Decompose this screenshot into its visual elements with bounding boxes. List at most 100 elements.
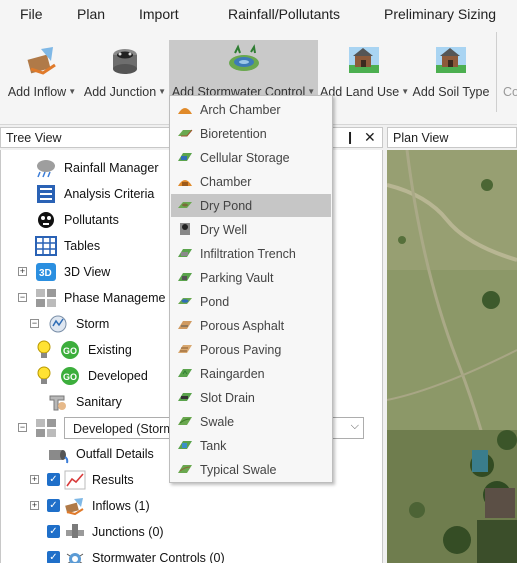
slot-drain-icon (177, 390, 193, 404)
tree-item-label: Sanitary (76, 395, 122, 409)
phase-combo-value: Developed (Storm (73, 422, 174, 436)
tree-item-label: Rainfall Manager (64, 161, 159, 175)
tree-item-stormwater-controls[interactable]: ✓ Stormwater Controls (0) (1, 546, 381, 563)
tree-item-label: Junctions (0) (92, 525, 164, 539)
inflow-icon (64, 496, 86, 516)
menu-item-raingarden[interactable]: Raingarden (171, 362, 331, 385)
raingarden-icon (177, 366, 193, 380)
menu-item-slot-drain[interactable]: Slot Drain (171, 386, 331, 409)
table-icon (35, 236, 57, 256)
ribbon-separator (496, 32, 497, 112)
stormwater-control-icon (227, 43, 261, 77)
svg-text:GO: GO (63, 346, 77, 356)
menu-item-swale[interactable]: Swale (171, 410, 331, 433)
chevron-down-icon[interactable]: ⌵ (351, 420, 359, 433)
lightbulb-icon (37, 340, 51, 360)
collapse-icon[interactable]: − (18, 293, 27, 302)
plan-view-title: Plan View (393, 131, 449, 145)
menu-rainfall-pollutants[interactable]: Rainfall/Pollutants (228, 6, 340, 22)
parking-vault-icon (177, 270, 193, 284)
tree-item-label: Existing (88, 343, 132, 357)
tree-item-label: 3D View (64, 265, 111, 279)
menu-item-bioretention[interactable]: Bioretention (171, 122, 331, 145)
pond-icon (177, 294, 193, 308)
menu-preliminary-sizing[interactable]: Preliminary Sizing (384, 6, 496, 22)
menu-plan[interactable]: Plan (77, 6, 105, 22)
land-use-icon (347, 43, 381, 77)
results-checkbox[interactable]: ✓ (47, 473, 60, 486)
menu-item-cellular-storage[interactable]: Cellular Storage (171, 146, 331, 169)
lightbulb-icon (37, 366, 51, 386)
tree-view-title: Tree View (6, 131, 62, 145)
expand-icon[interactable]: + (18, 267, 27, 276)
tree-item-label: Tables (64, 239, 101, 253)
add-land-use-button[interactable]: Add Land Use ▼ (320, 40, 410, 114)
chevron-down-icon: ▼ (68, 87, 77, 96)
add-soil-type-button[interactable]: Add Soil Type (411, 40, 491, 114)
tree-item-label: Developed (88, 369, 148, 383)
phase-icon (35, 418, 57, 438)
plan-view-map[interactable] (387, 150, 517, 563)
3d-view-icon: 3D (35, 262, 57, 282)
menu-item-tank[interactable]: Tank (171, 434, 331, 457)
ribbon-cut-label: Co (503, 85, 517, 99)
tree-item-label: Outfall Details (76, 447, 154, 461)
junction-pipe-icon (64, 522, 86, 542)
tree-item-label: Stormwater Controls (0) (92, 551, 225, 563)
stormwater-controls-icon (64, 548, 86, 563)
tree-item-label: Storm (76, 317, 110, 331)
tree-item-label: Pollutants (64, 213, 119, 227)
menu-item-pond[interactable]: Pond (171, 290, 331, 313)
results-chart-icon (64, 470, 86, 490)
menu-item-typical-swale[interactable]: Typical Swale (171, 458, 331, 481)
sanitary-icon (47, 392, 69, 412)
tree-item-label: Phase Manageme (64, 291, 166, 305)
tree-item-label: Results (92, 473, 134, 487)
menu-item-porous-asphalt[interactable]: Porous Asphalt (171, 314, 331, 337)
dry-well-icon (177, 222, 193, 236)
chevron-down-icon: ▼ (401, 87, 410, 96)
stormwater-controls-checkbox[interactable]: ✓ (47, 551, 60, 563)
go-icon: GO (60, 366, 82, 386)
dry-pond-icon (177, 198, 193, 212)
porous-asphalt-icon (177, 318, 193, 332)
menu-item-infiltration-trench[interactable]: Infiltration Trench (171, 242, 331, 265)
chevron-down-icon: ▼ (158, 87, 167, 96)
tank-icon (177, 438, 193, 452)
menu-bar: File Plan Import Rainfall/Pollutants Pre… (0, 0, 517, 30)
swale-icon (177, 414, 193, 428)
go-icon: GO (60, 340, 82, 360)
inflow-icon (25, 43, 59, 77)
pin-icon[interactable]: ❙ (345, 130, 355, 144)
outfall-icon (47, 444, 69, 464)
inflows-checkbox[interactable]: ✓ (47, 499, 60, 512)
rainfall-icon (35, 158, 57, 178)
storm-icon (47, 314, 69, 334)
menu-item-dry-pond[interactable]: Dry Pond (171, 194, 331, 217)
menu-import[interactable]: Import (139, 6, 179, 22)
collapse-icon[interactable]: − (30, 319, 39, 328)
tree-item-phase-selector[interactable]: − (1, 416, 61, 440)
pollutants-icon (35, 210, 57, 230)
phase-management-icon (35, 288, 57, 308)
menu-item-arch-chamber[interactable]: Arch Chamber (171, 98, 331, 121)
collapse-icon[interactable]: − (18, 423, 27, 432)
close-icon[interactable]: ✕ (364, 129, 376, 146)
svg-text:3D: 3D (39, 268, 52, 279)
menu-item-parking-vault[interactable]: Parking Vault (171, 266, 331, 289)
menu-item-porous-paving[interactable]: Porous Paving (171, 338, 331, 361)
add-inflow-button[interactable]: Add Inflow ▼ (4, 40, 80, 114)
tree-item-junctions[interactable]: ✓ Junctions (0) (1, 520, 381, 544)
tree-item-inflows[interactable]: + ✓ Inflows (1) (1, 494, 381, 518)
expand-icon[interactable]: + (30, 501, 39, 510)
menu-item-chamber[interactable]: Chamber (171, 170, 331, 193)
ribbon-cut-button[interactable]: Co (503, 40, 517, 114)
menu-file[interactable]: File (20, 6, 43, 22)
plan-view-header: Plan View (387, 127, 517, 148)
add-junction-button[interactable]: Add Junction ▼ (82, 40, 168, 114)
analysis-criteria-icon (35, 184, 57, 204)
junction-icon (108, 43, 142, 77)
menu-item-dry-well[interactable]: Dry Well (171, 218, 331, 241)
junctions-checkbox[interactable]: ✓ (47, 525, 60, 538)
expand-icon[interactable]: + (30, 475, 39, 484)
